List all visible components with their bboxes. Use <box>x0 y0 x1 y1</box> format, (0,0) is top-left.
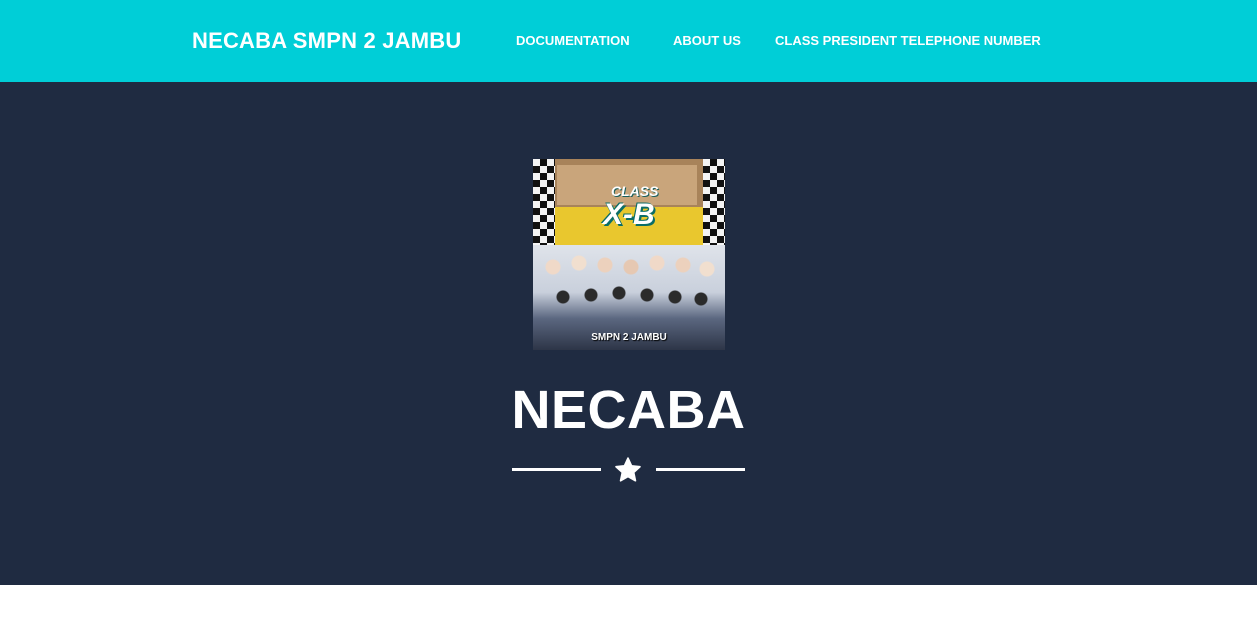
divider <box>512 456 745 484</box>
nav-link-class-president-telephone[interactable]: CLASS PRESIDENT TELEPHONE NUMBER <box>775 33 1041 49</box>
divider-line-left <box>512 468 601 471</box>
brand-link[interactable]: NECABA SMPN 2 JAMBU <box>192 28 461 54</box>
photo-class-text: CLASS <box>611 183 659 199</box>
photo-xb-text: X-B <box>603 198 655 231</box>
masthead: CLASS X-B SMPN 2 JAMBU NECABA <box>0 82 1257 585</box>
navbar: NECABA SMPN 2 JAMBU DOCUMENTATION ABOUT … <box>0 0 1257 82</box>
nav-link-documentation[interactable]: DOCUMENTATION <box>516 33 630 49</box>
divider-line-right <box>656 468 745 471</box>
masthead-title: NECABA <box>511 380 746 440</box>
masthead-avatar-photo: CLASS X-B SMPN 2 JAMBU <box>533 159 725 350</box>
nav-link-about-us[interactable]: ABOUT US <box>673 33 741 49</box>
star-icon <box>615 457 641 482</box>
photo-caption: SMPN 2 JAMBU <box>591 332 667 343</box>
